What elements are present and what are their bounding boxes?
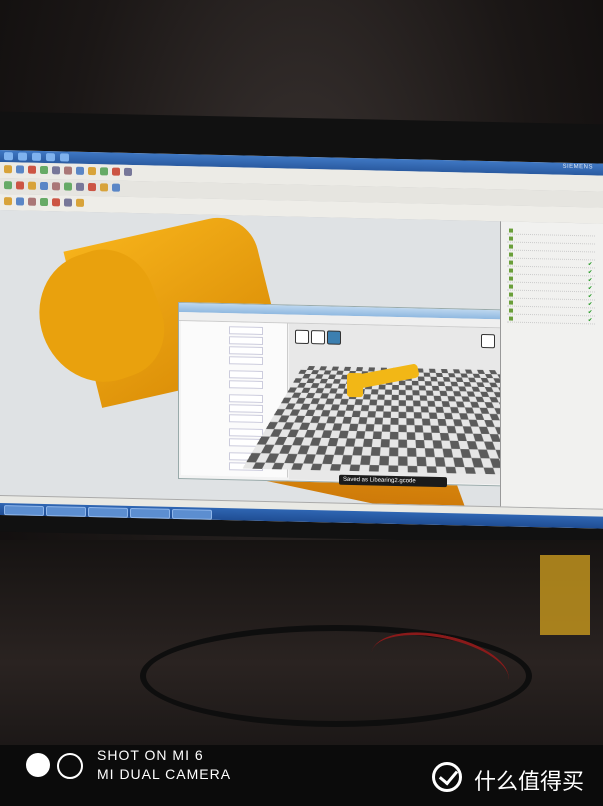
feature-icon [509,228,513,233]
save-gcode-icon[interactable] [311,330,325,345]
watermark-shot-text: SHOT ON MI 6 [97,747,204,763]
start-icon[interactable] [4,152,13,161]
app-icon[interactable] [18,152,27,161]
tool-icon[interactable] [52,198,60,207]
check-icon: ✔ [588,293,593,300]
tool-icon[interactable] [76,182,84,191]
camera-logo-filled-circle [26,753,50,777]
setting-row [185,355,285,365]
feature-icon [509,260,513,265]
ym-icon[interactable] [327,330,341,345]
setting-value-field[interactable] [229,356,263,365]
tool-icon[interactable] [88,166,96,176]
taskbar-app-button[interactable] [172,508,212,520]
check-icon: ✔ [588,317,593,324]
tool-icon[interactable] [64,198,72,207]
tool-icon[interactable] [4,181,12,190]
setting-value-field[interactable] [229,394,263,403]
setting-row [185,379,285,389]
setting-value-field[interactable] [229,404,263,413]
setting-value-field[interactable] [229,380,263,389]
sliced-part-tab [347,372,363,398]
tool-icon[interactable] [52,182,60,191]
setting-row [185,345,285,355]
cardboard-box [540,555,590,635]
camera-logo-hollow-circle [57,753,83,779]
tool-icon[interactable] [88,182,96,192]
taskbar-app-button[interactable] [88,506,128,518]
open-icon[interactable] [4,165,12,174]
app-icon[interactable] [46,153,55,162]
site-watermark-text: 什么值得买 [474,770,585,795]
tool-icon[interactable] [52,166,60,175]
setting-value-field[interactable] [229,414,263,423]
feature-icon [509,236,513,241]
taskbar-app-button[interactable] [4,505,44,516]
tool-icon[interactable] [124,167,132,176]
check-icon: ✔ [588,261,593,268]
setting-value-field[interactable] [229,346,263,355]
setting-row [185,369,285,379]
tool-icon[interactable] [76,166,84,175]
feature-icon [509,284,513,289]
slicer-preview[interactable] [242,323,559,485]
view-mode-icon[interactable] [481,333,495,349]
smzdm-logo-icon [432,762,462,792]
tool-icon[interactable] [112,167,120,176]
setting-value-field[interactable] [229,336,263,345]
feature-icon [509,244,513,249]
tree-item[interactable]: ✔ [507,315,595,325]
tool-icon[interactable] [28,181,36,190]
setting-row [185,335,285,345]
taskbar-app-button[interactable] [130,507,170,519]
monitor-brand: SIEMENS [562,163,593,171]
slicer-window: Saved as Libearing2.gcode [178,302,559,488]
tool-icon[interactable] [100,167,108,176]
feature-icon [509,276,513,281]
tool-icon[interactable] [4,197,12,206]
setting-row [185,325,285,335]
feature-icon [509,268,513,273]
feature-icon [509,300,513,305]
check-icon: ✔ [588,301,593,308]
feature-icon [509,316,513,321]
setting-dropdown[interactable] [229,428,263,437]
setting-value-field[interactable] [229,326,263,335]
tool-icon[interactable] [40,197,48,207]
feature-icon [509,308,513,313]
tool-icon[interactable] [16,197,24,206]
taskbar-app-button[interactable] [46,506,86,517]
tool-icon[interactable] [76,198,84,207]
tool-icon[interactable] [100,183,108,192]
check-icon: ✔ [588,285,593,292]
feature-icon [509,252,513,257]
tool-icon[interactable] [40,181,48,191]
cad-3d-viewport[interactable]: Saved as Libearing2.gcode [0,210,559,525]
load-model-icon[interactable] [295,329,309,345]
tool-icon[interactable] [40,165,48,175]
app-icon[interactable] [32,152,41,161]
save-icon[interactable] [16,165,24,174]
tool-icon[interactable] [28,165,36,174]
tool-icon[interactable] [16,181,24,190]
tool-icon[interactable] [64,182,72,191]
feature-icon [509,292,513,297]
feature-tree-panel: ✔ ✔ ✔ ✔ ✔ ✔ ✔ ✔ [500,221,603,509]
tool-icon[interactable] [64,166,72,175]
setting-row [185,403,285,413]
check-icon: ✔ [588,269,593,276]
check-icon: ✔ [588,309,593,316]
setting-value-field[interactable] [229,370,263,379]
app-icon[interactable] [60,153,69,162]
watermark-camera-text: MI DUAL CAMERA [97,766,232,782]
tool-icon[interactable] [28,197,36,206]
monitor-screen: SIEMENS Saved as Libearing2.gcode ✔ ✔ ✔ … [0,150,603,529]
check-icon: ✔ [588,277,593,284]
tool-icon[interactable] [112,183,120,192]
setting-row [185,393,285,403]
